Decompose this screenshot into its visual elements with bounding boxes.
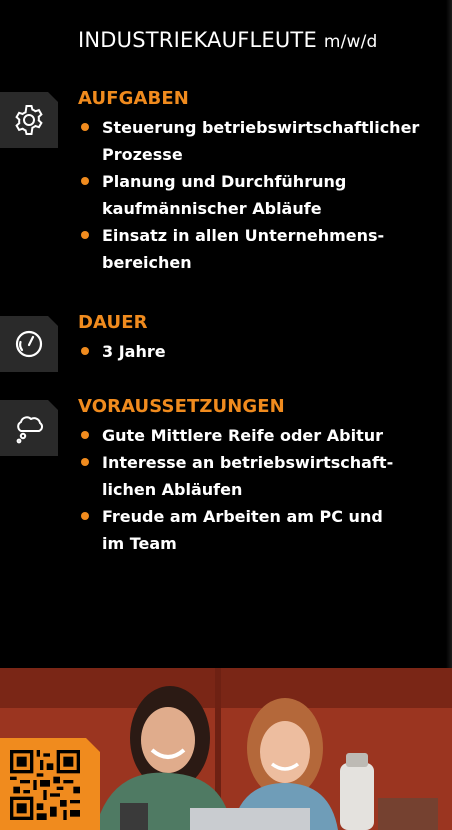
section-voraussetzungen: VORAUSSETZUNGEN Gute Mittlere Reife oder…	[78, 396, 422, 557]
section-dauer: DAUER 3 Jahre	[78, 312, 422, 365]
job-profile-card: INDUSTRIEKAUFLEUTE m/w/d AUFGABEN Steuer…	[0, 0, 452, 830]
list-item: Steuerung betriebswirtschaftlicher Proze…	[78, 114, 422, 168]
bullet-list: 3 Jahre	[78, 338, 422, 365]
section-heading: VORAUSSETZUNGEN	[78, 396, 285, 417]
bullet-dot	[81, 347, 89, 355]
bullet-dot	[81, 177, 89, 185]
list-item: Einsatz in allen Unternehmens- bereichen	[78, 222, 422, 276]
speedometer-icon-tab	[0, 316, 58, 372]
list-item: Interesse an betriebswirtschaft- lichen …	[78, 449, 422, 503]
page-title: INDUSTRIEKAUFLEUTE m/w/d	[78, 28, 378, 52]
section-heading: AUFGABEN	[78, 88, 189, 109]
gear-icon	[15, 105, 43, 135]
scroll-edge	[446, 0, 452, 668]
bullet-list: Gute Mittlere Reife oder Abitur Interess…	[78, 422, 422, 557]
gear-icon-tab	[0, 92, 58, 148]
list-item: 3 Jahre	[78, 338, 422, 365]
qr-badge[interactable]	[0, 738, 100, 830]
thought-bubble-icon-tab	[0, 400, 58, 456]
title-suffix: m/w/d	[323, 32, 378, 52]
list-item: Freude am Arbeiten am PC und im Team	[78, 503, 422, 557]
qr-code-icon[interactable]	[10, 750, 80, 820]
bullet-dot	[81, 458, 89, 466]
list-item: Planung und Durchführung kaufmännischer …	[78, 168, 422, 222]
bullet-dot	[81, 512, 89, 520]
section-heading: DAUER	[78, 312, 148, 333]
bullet-list: Steuerung betriebswirtschaftlicher Proze…	[78, 114, 422, 276]
section-aufgaben: AUFGABEN Steuerung betriebswirtschaftlic…	[78, 88, 422, 276]
thought-bubble-icon	[16, 416, 43, 444]
title-text: INDUSTRIEKAUFLEUTE	[78, 28, 317, 52]
bullet-dot	[81, 123, 89, 131]
bullet-dot	[81, 231, 89, 239]
list-item: Gute Mittlere Reife oder Abitur	[78, 422, 422, 449]
speedometer-icon	[15, 330, 43, 358]
bullet-dot	[81, 431, 89, 439]
